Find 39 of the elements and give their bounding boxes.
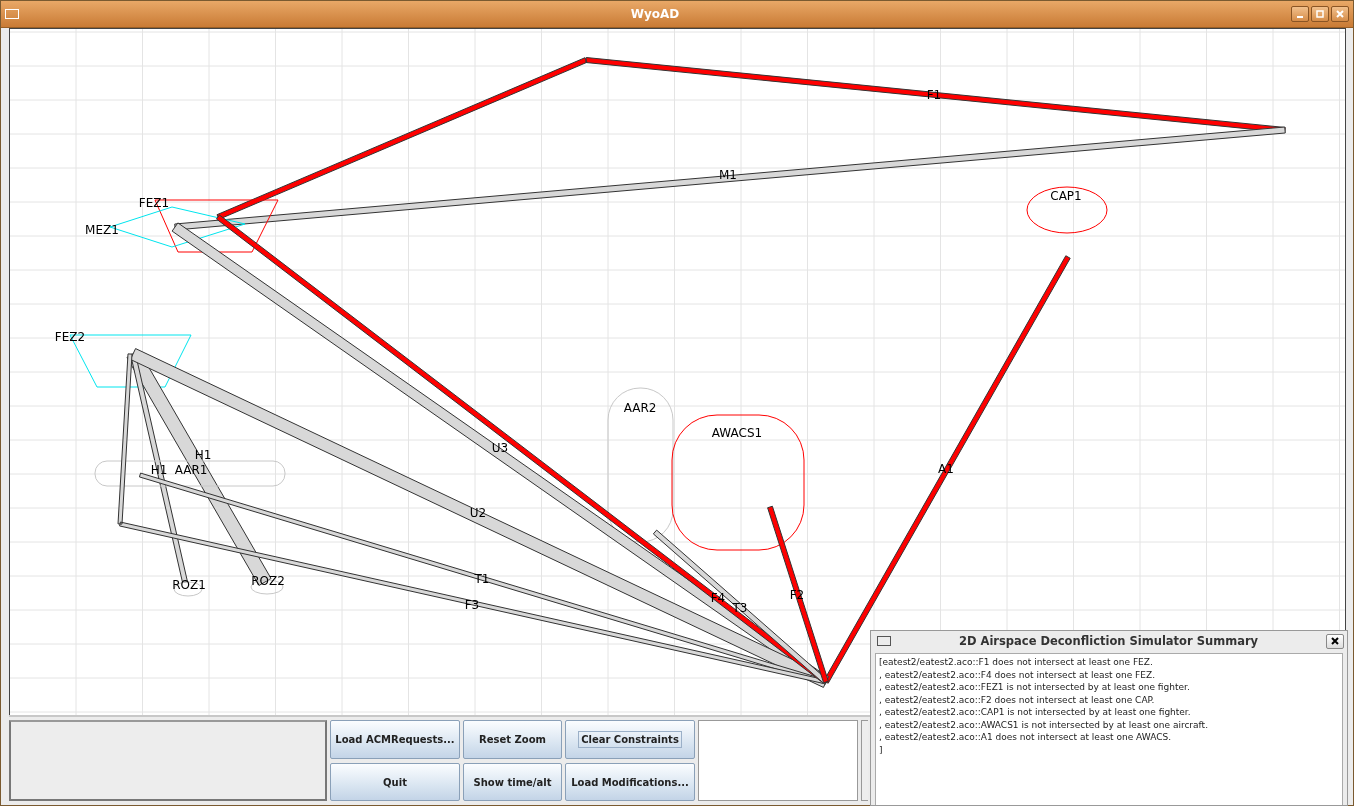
airspace-label: U3	[491, 441, 509, 455]
airspace-label: U2	[469, 506, 487, 520]
action-button[interactable]: Reset Zoom	[463, 720, 562, 759]
airspace-label: ROZ1	[172, 578, 206, 592]
maximize-button[interactable]	[1311, 6, 1329, 22]
close-icon	[1331, 637, 1339, 645]
airspace-label: CAP1	[1050, 189, 1082, 203]
summary-line: , eatest2/eatest2.aco::F4 does not intersect at least one FEZ.	[879, 668, 1156, 681]
dialog-title: 2D Airspace Deconfliction Simulator Summary	[957, 634, 1260, 648]
action-button[interactable]: Show time/alt	[463, 763, 562, 801]
airspace-label: H1	[150, 463, 168, 477]
airspace-label: FEZ1	[138, 196, 170, 210]
action-button[interactable]: Clear Constraints	[565, 720, 695, 759]
airspace-label: F3	[464, 598, 480, 612]
summary-line: , eatest2/eatest2.aco::AWACS1 is not intersected by at least one aircraft.	[879, 718, 1209, 731]
airspace-label: FEZ2	[54, 330, 86, 344]
airspace-label: T1	[474, 572, 490, 586]
summary-line: , eatest2/eatest2.aco::FEZ1 is not intersected by at least one fighter.	[879, 681, 1191, 694]
close-button[interactable]	[1331, 6, 1349, 22]
action-button[interactable]: Load Modifications...	[565, 763, 695, 801]
airspace-label: H1	[194, 448, 212, 462]
close-button[interactable]	[1326, 633, 1344, 649]
airspace-label: AAR1	[174, 463, 208, 477]
close-icon	[1336, 10, 1344, 18]
action-button[interactable]: Quit	[330, 763, 460, 801]
window-menu-icon[interactable]	[877, 636, 891, 646]
airspace-label: AWACS1	[711, 426, 763, 440]
action-button[interactable]: Load ACMRequests...	[330, 720, 460, 759]
airspace-label: MEZ1	[85, 223, 119, 237]
summary-line: , eatest2/eatest2.aco::A1 does not intersect at least one AWACS.	[879, 731, 1173, 744]
airspace-label: M1	[719, 168, 737, 182]
airspace-label: AAR2	[623, 401, 657, 415]
maximize-icon	[1316, 10, 1324, 18]
summary-line: ]	[879, 743, 884, 756]
summary-line: , eatest2/eatest2.aco::F2 does not intersect at least one CAP.	[879, 693, 1156, 706]
window-title: WyoAD	[629, 7, 681, 21]
airspace-label: ROZ2	[251, 574, 285, 588]
minimize-button[interactable]	[1291, 6, 1309, 22]
summary-line: [eatest2/eatest2.aco::F1 does not intersect at least one FEZ.	[879, 656, 1154, 669]
